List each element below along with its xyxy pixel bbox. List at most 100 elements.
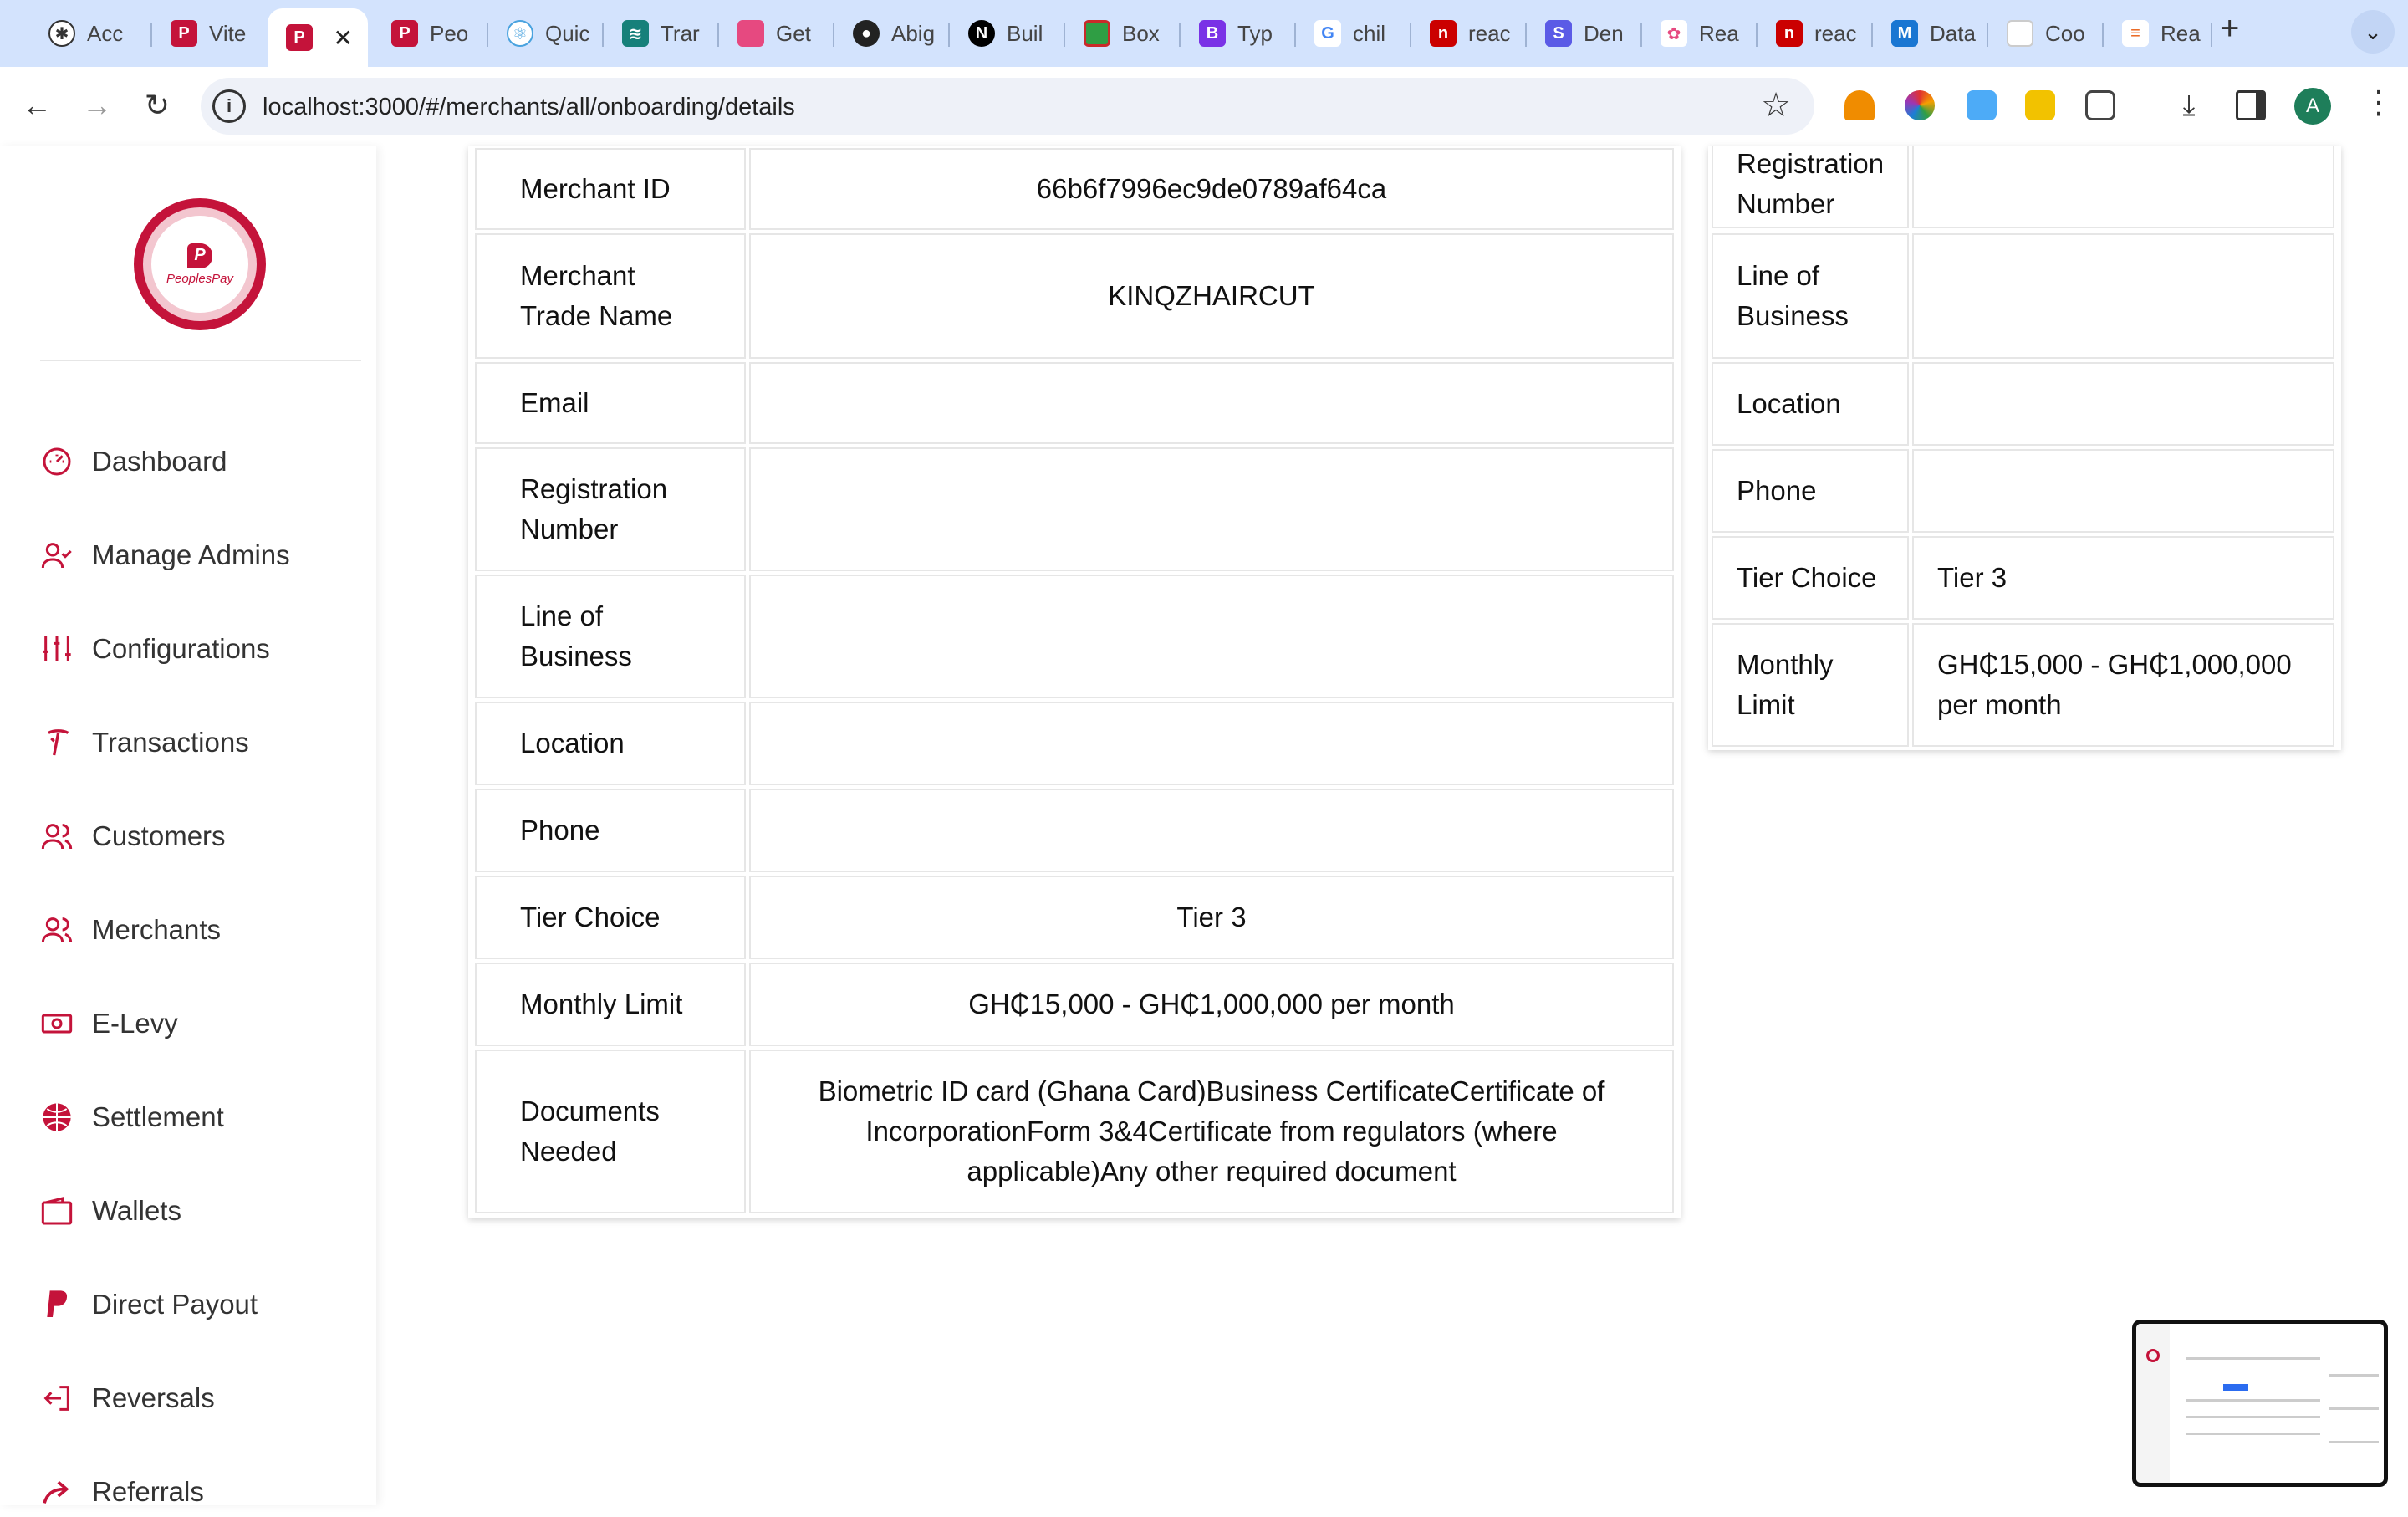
npm-icon: n [1776, 20, 1803, 47]
url-text[interactable]: localhost:3000/#/merchants/all/onboardin… [263, 94, 795, 121]
color-picker-extension-icon[interactable] [1905, 90, 1935, 120]
blank-page-icon [2007, 20, 2033, 47]
sidebar-item-e-levy[interactable]: E-Levy [38, 999, 178, 1049]
user-check-icon [38, 537, 75, 574]
github-icon: ● [853, 20, 880, 47]
sidebar-item-dashboard[interactable]: Dashboard [38, 437, 227, 487]
browser-tab[interactable]: Get [719, 8, 834, 59]
users-icon [38, 912, 75, 948]
browser-tab[interactable]: Coo [1988, 8, 2104, 59]
row-label: Monthly Limit [475, 963, 746, 1046]
browser-tab[interactable]: ≋ Trar [604, 8, 719, 59]
download-icon[interactable]: ⤓ [2167, 84, 2211, 127]
banknote-icon [38, 1005, 75, 1042]
browser-tab[interactable]: M Data [1873, 8, 1988, 59]
pink-square-icon [737, 20, 764, 47]
row-label: Documents Needed [475, 1050, 746, 1213]
browser-tab[interactable]: P Peo [373, 8, 488, 59]
phone-value [1912, 449, 2334, 533]
reload-icon[interactable]: ↻ [135, 84, 179, 127]
location-value [749, 702, 1674, 785]
location-value [1912, 362, 2334, 446]
side-panel-icon[interactable] [2236, 90, 2266, 120]
browser-tab[interactable]: B Typ [1181, 8, 1296, 59]
row-label: Tier Choice [475, 876, 746, 959]
peoplespay-icon: P [391, 20, 418, 47]
bookmark-star-icon[interactable]: ☆ [1761, 86, 1791, 125]
sidebar-item-direct-payout[interactable]: Direct Payout [38, 1279, 258, 1330]
browser-tab[interactable]: P Vite [152, 8, 268, 59]
peoplespay-icon: P [171, 20, 197, 47]
email-value [749, 362, 1674, 444]
react-icon: ⚛ [507, 20, 533, 47]
google-icon: G [1314, 20, 1341, 47]
browser-toolbar: ← → ↻ i localhost:3000/#/merchants/all/o… [0, 67, 2408, 146]
row-label: Line of Business [475, 575, 746, 698]
sidebar-item-reversals[interactable]: Reversals [38, 1373, 215, 1423]
row-label: Monthly Limit [1712, 623, 1909, 747]
sidebar-item-wallets[interactable]: Wallets [38, 1186, 181, 1236]
wallet-icon [38, 1193, 75, 1229]
profile-avatar[interactable]: A [2294, 88, 2331, 125]
back-arrow-icon[interactable]: ← [15, 84, 59, 127]
sidebar-item-transactions[interactable]: Transactions [38, 718, 249, 768]
browser-tab[interactable]: n reac [1758, 8, 1873, 59]
browser-tab[interactable]: ≡ Rea [2104, 8, 2212, 59]
openai-icon: ✱ [48, 20, 75, 47]
extension-icon[interactable] [2025, 90, 2055, 120]
browser-tab[interactable]: n reac [1411, 8, 1527, 59]
screenshot-preview-thumbnail[interactable] [2132, 1320, 2388, 1487]
sidebar-item-configurations[interactable]: Configurations [38, 624, 270, 674]
address-bar[interactable]: i localhost:3000/#/merchants/all/onboard… [201, 78, 1814, 135]
row-label: Registration Number [1712, 146, 1909, 228]
row-label: Line of Business [1712, 233, 1909, 359]
merchant-id-value: 66b6f7996ec9de0789af64ca [749, 148, 1674, 230]
close-tab-icon[interactable]: ✕ [334, 24, 353, 52]
browser-tab[interactable]: Box [1065, 8, 1181, 59]
browser-tab-active[interactable]: P ✕ [268, 8, 368, 67]
puzzle-extensions-icon[interactable] [2085, 90, 2115, 120]
browser-tab[interactable]: S Den [1527, 8, 1642, 59]
tailwind-icon: ≋ [622, 20, 649, 47]
sidebar-item-merchants[interactable]: Merchants [38, 905, 221, 955]
dev-icon: S [1545, 20, 1572, 47]
browser-tab[interactable]: ✱ Acc [30, 8, 152, 59]
sidebar-item-settlement[interactable]: Settlement [38, 1092, 224, 1142]
line-of-business-value [749, 575, 1674, 698]
browser-tab[interactable]: N Buil [950, 8, 1065, 59]
tier-choice-value: Tier 3 [1912, 536, 2334, 620]
logout-icon [38, 1380, 75, 1417]
registration-number-value [749, 447, 1674, 571]
monthly-limit-value: GH₵15,000 - GH₵1,000,000 per month [1912, 623, 2334, 747]
bootstrap-icon: B [1199, 20, 1226, 47]
site-info-icon[interactable]: i [212, 89, 246, 123]
browser-tab[interactable]: ● Abig [834, 8, 950, 59]
line-of-business-value [1912, 233, 2334, 359]
react-icon: ✿ [1661, 20, 1687, 47]
tab-search-chevron-icon[interactable]: ⌄ [2351, 10, 2395, 54]
share-icon [38, 1474, 75, 1510]
row-label: Phone [1712, 449, 1909, 533]
paypal-icon [38, 1286, 75, 1323]
monthly-limit-value: GH₵15,000 - GH₵1,000,000 per month [749, 963, 1674, 1046]
extension-icon[interactable] [1967, 90, 1997, 120]
sidebar-item-manage-admins[interactable]: Manage Admins [38, 530, 290, 580]
transactions-icon [38, 724, 75, 761]
forward-arrow-icon[interactable]: → [75, 84, 119, 127]
row-label: Location [1712, 362, 1909, 446]
registration-number-value [1912, 146, 2334, 228]
new-tab-icon[interactable]: + [2220, 10, 2239, 48]
row-label: Location [475, 702, 746, 785]
browser-menu-icon[interactable]: ⋮ [2363, 84, 2395, 121]
sidebar-item-referrals[interactable]: Referrals [38, 1467, 204, 1517]
extension-icon[interactable] [1844, 90, 1875, 120]
peoplespay-icon: P [286, 24, 313, 51]
browser-tab[interactable]: ⚛ Quic [488, 8, 604, 59]
box-icon [1084, 20, 1110, 47]
globe-icon [38, 1099, 75, 1136]
browser-tab[interactable]: G chil [1296, 8, 1411, 59]
npm-icon: n [1430, 20, 1457, 47]
sidebar-item-customers[interactable]: Customers [38, 811, 226, 861]
browser-tab[interactable]: ✿ Rea [1642, 8, 1758, 59]
mui-icon: M [1891, 20, 1918, 47]
